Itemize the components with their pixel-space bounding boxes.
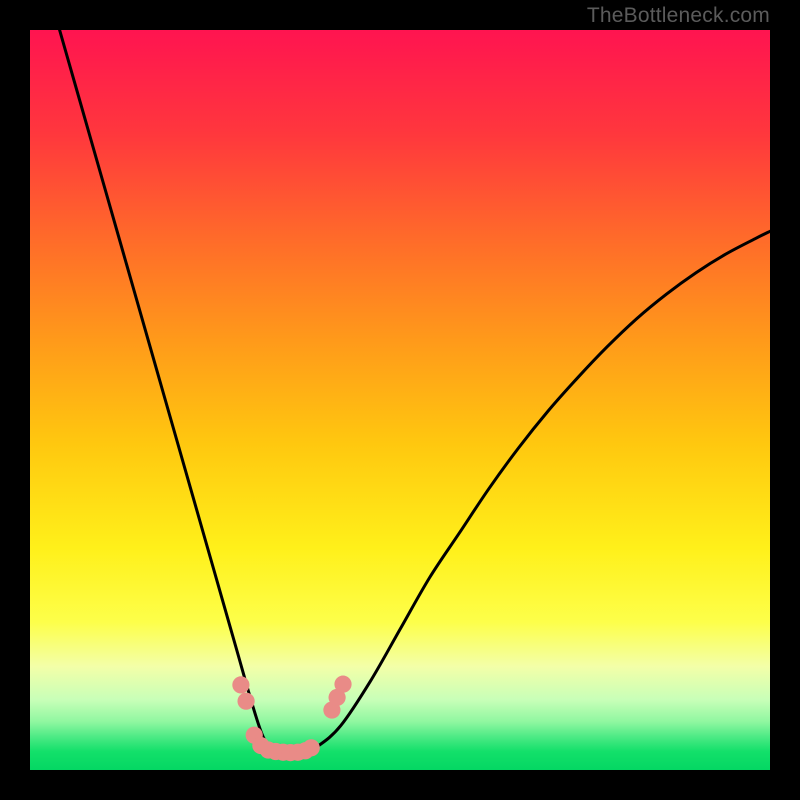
chart-area [30, 30, 770, 770]
curve-marker [303, 739, 320, 756]
curve-marker [237, 693, 254, 710]
curve-markers [232, 676, 351, 762]
curve-marker [232, 676, 249, 693]
watermark-text: TheBottleneck.com [587, 4, 770, 28]
bottleneck-curve [60, 30, 770, 753]
curve-marker [334, 676, 351, 693]
chart-overlay [30, 30, 770, 770]
